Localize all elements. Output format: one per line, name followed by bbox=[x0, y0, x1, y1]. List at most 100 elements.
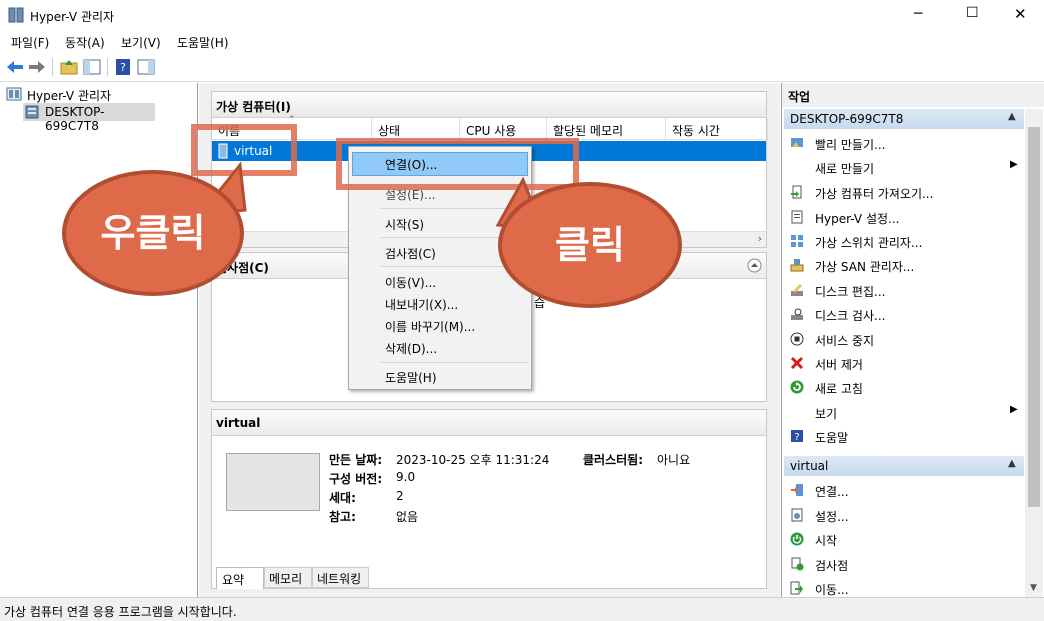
vm-action-start[interactable]: 시작 bbox=[815, 532, 837, 549]
maximize-button[interactable]: ☐ bbox=[966, 5, 979, 21]
virtual-san-icon bbox=[790, 259, 804, 272]
action-refresh[interactable]: 새로 고침 bbox=[815, 380, 863, 397]
title-bar: Hyper-V 관리자 ─ ☐ ✕ bbox=[0, 0, 1044, 30]
show-hide-tree-icon[interactable] bbox=[82, 57, 102, 77]
action-quick-create[interactable]: 빨리 만들기... bbox=[815, 136, 885, 153]
action-hyperv-settings[interactable]: Hyper-V 설정... bbox=[815, 210, 899, 227]
menu-action[interactable]: 동작(A) bbox=[65, 34, 105, 51]
version-value: 9.0 bbox=[396, 470, 416, 484]
vm-action-settings[interactable]: 설정... bbox=[815, 508, 849, 525]
click-annotation: 클릭 bbox=[498, 182, 682, 308]
tab-summary[interactable]: 요약 bbox=[216, 567, 264, 589]
column-uptime[interactable]: 작동 시간 bbox=[666, 118, 768, 140]
action-virtual-switch-manager[interactable]: 가상 스위치 관리자... bbox=[815, 234, 922, 251]
context-item-rename[interactable]: 이름 바꾸기(M)... bbox=[385, 318, 475, 335]
column-state[interactable]: 상태 bbox=[372, 118, 460, 140]
created-value: 2023-10-25 오후 11:31:24 bbox=[396, 453, 550, 467]
column-memory[interactable]: 할당된 메모리 bbox=[547, 118, 666, 140]
settings-icon bbox=[791, 508, 803, 522]
menu-file[interactable]: 파일(F) bbox=[11, 34, 49, 51]
actions-vscrollbar[interactable]: ▼ bbox=[1025, 109, 1043, 597]
move-icon bbox=[790, 581, 803, 595]
refresh-icon bbox=[790, 380, 804, 394]
column-cpu[interactable]: CPU 사용 bbox=[460, 118, 547, 140]
scrollbar-thumb[interactable] bbox=[1028, 127, 1040, 507]
section-collapse-icon[interactable]: ▲ bbox=[1008, 111, 1016, 122]
context-item-export[interactable]: 내보내기(X)... bbox=[385, 296, 458, 313]
section-collapse-icon[interactable]: ▲ bbox=[1008, 458, 1016, 469]
actions-host-section[interactable]: DESKTOP-699C7T8 bbox=[784, 109, 1024, 129]
remove-server-icon bbox=[790, 356, 804, 370]
action-edit-disk[interactable]: 디스크 편집... bbox=[815, 283, 885, 300]
collapse-icon[interactable] bbox=[747, 258, 762, 273]
start-icon bbox=[790, 532, 804, 546]
context-item-move[interactable]: 이동(V)... bbox=[385, 274, 436, 291]
minimize-button[interactable]: ─ bbox=[914, 6, 922, 22]
created-label: 만든 날짜: bbox=[329, 453, 383, 467]
scroll-right-icon[interactable]: › bbox=[758, 232, 762, 245]
svg-text:?: ? bbox=[794, 432, 799, 443]
tree-host-label: DESKTOP-699C7T8 bbox=[45, 105, 105, 133]
generation-value: 2 bbox=[396, 489, 404, 503]
host-actions-list: 빨리 만들기... 새로 만들기 ▶ 가상 컴퓨터 가져오기... Hyper-… bbox=[782, 129, 1024, 469]
notes-label: 참고: bbox=[329, 510, 356, 524]
import-vm-icon bbox=[791, 185, 802, 199]
action-stop-service[interactable]: 서비스 중지 bbox=[815, 332, 874, 349]
vm-action-checkpoint[interactable]: 검사점 bbox=[815, 557, 848, 574]
up-folder-icon[interactable] bbox=[59, 57, 79, 77]
window-title: Hyper-V 관리자 bbox=[30, 10, 115, 24]
menu-bar: 파일(F) 동작(A) 보기(V) 도움말(H) bbox=[0, 30, 1044, 52]
actions-vm-section[interactable]: virtual bbox=[784, 456, 1024, 476]
action-remove-server[interactable]: 서버 제거 bbox=[815, 356, 863, 373]
context-item-start[interactable]: 시작(S) bbox=[385, 216, 424, 233]
navigation-tree: Hyper-V 관리자 DESKTOP-699C7T8 bbox=[0, 83, 198, 597]
toolbar: ? bbox=[0, 52, 1044, 82]
notes-value: 없음 bbox=[396, 510, 419, 524]
submenu-arrow-icon: ▶ bbox=[1010, 159, 1018, 170]
actions-pane: 작업 DESKTOP-699C7T8 ▲ 빨리 만들기... 새로 만들기 ▶ … bbox=[781, 83, 1044, 597]
action-view[interactable]: 보기 bbox=[815, 405, 837, 422]
version-label: 구성 버전: bbox=[329, 472, 383, 486]
help-icon[interactable]: ? bbox=[113, 57, 133, 77]
server-icon bbox=[25, 105, 39, 119]
connect-icon bbox=[791, 484, 803, 496]
submenu-arrow-icon: ▶ bbox=[1010, 404, 1018, 415]
stop-service-icon bbox=[790, 332, 804, 346]
forward-icon[interactable] bbox=[27, 57, 47, 77]
details-panel: virtual 만든 날짜: 2023-10-25 오후 11:31:24 클러… bbox=[211, 409, 767, 589]
toolbar-divider bbox=[107, 58, 108, 76]
action-new[interactable]: 새로 만들기 bbox=[815, 160, 874, 177]
tree-root-label[interactable]: Hyper-V 관리자 bbox=[27, 87, 111, 104]
vm-action-move[interactable]: 이동... bbox=[815, 581, 849, 598]
clustered-value: 아니요 bbox=[657, 453, 691, 467]
context-separator bbox=[381, 362, 528, 363]
vm-actions-list: 연결... 설정... 시작 검사점 이동... bbox=[782, 476, 1024, 598]
context-item-checkpoint[interactable]: 검사점(C) bbox=[385, 245, 436, 262]
svg-text:?: ? bbox=[120, 61, 126, 74]
quick-create-icon bbox=[791, 138, 803, 147]
hyperv-manager-icon bbox=[6, 87, 22, 101]
menu-view[interactable]: 보기(V) bbox=[121, 34, 161, 51]
inspect-disk-icon bbox=[791, 308, 803, 320]
close-button[interactable]: ✕ bbox=[1014, 5, 1027, 23]
edit-disk-icon bbox=[791, 284, 803, 296]
action-inspect-disk[interactable]: 디스크 검사... bbox=[815, 307, 885, 324]
vm-action-connect[interactable]: 연결... bbox=[815, 483, 849, 500]
action-import-vm[interactable]: 가상 컴퓨터 가져오기... bbox=[815, 185, 933, 202]
tab-networking[interactable]: 네트워킹 bbox=[312, 567, 369, 588]
help-icon: ? bbox=[791, 430, 803, 443]
show-action-pane-icon[interactable] bbox=[136, 57, 156, 77]
tree-item-host[interactable]: DESKTOP-699C7T8 bbox=[23, 103, 155, 133]
context-item-delete[interactable]: 삭제(D)... bbox=[385, 340, 437, 357]
clustered-label: 클러스터됨: bbox=[583, 453, 643, 467]
details-header: virtual bbox=[212, 410, 766, 436]
tab-memory[interactable]: 메모리 bbox=[264, 567, 312, 588]
checkpoint-icon bbox=[791, 557, 804, 571]
menu-help[interactable]: 도움말(H) bbox=[177, 34, 229, 51]
context-item-help[interactable]: 도움말(H) bbox=[385, 369, 437, 386]
action-virtual-san-manager[interactable]: 가상 SAN 관리자... bbox=[815, 258, 914, 275]
action-help[interactable]: 도움말 bbox=[815, 429, 848, 446]
vm-thumbnail bbox=[226, 453, 320, 511]
scroll-down-icon[interactable]: ▼ bbox=[1030, 583, 1037, 593]
back-icon[interactable] bbox=[5, 57, 25, 77]
